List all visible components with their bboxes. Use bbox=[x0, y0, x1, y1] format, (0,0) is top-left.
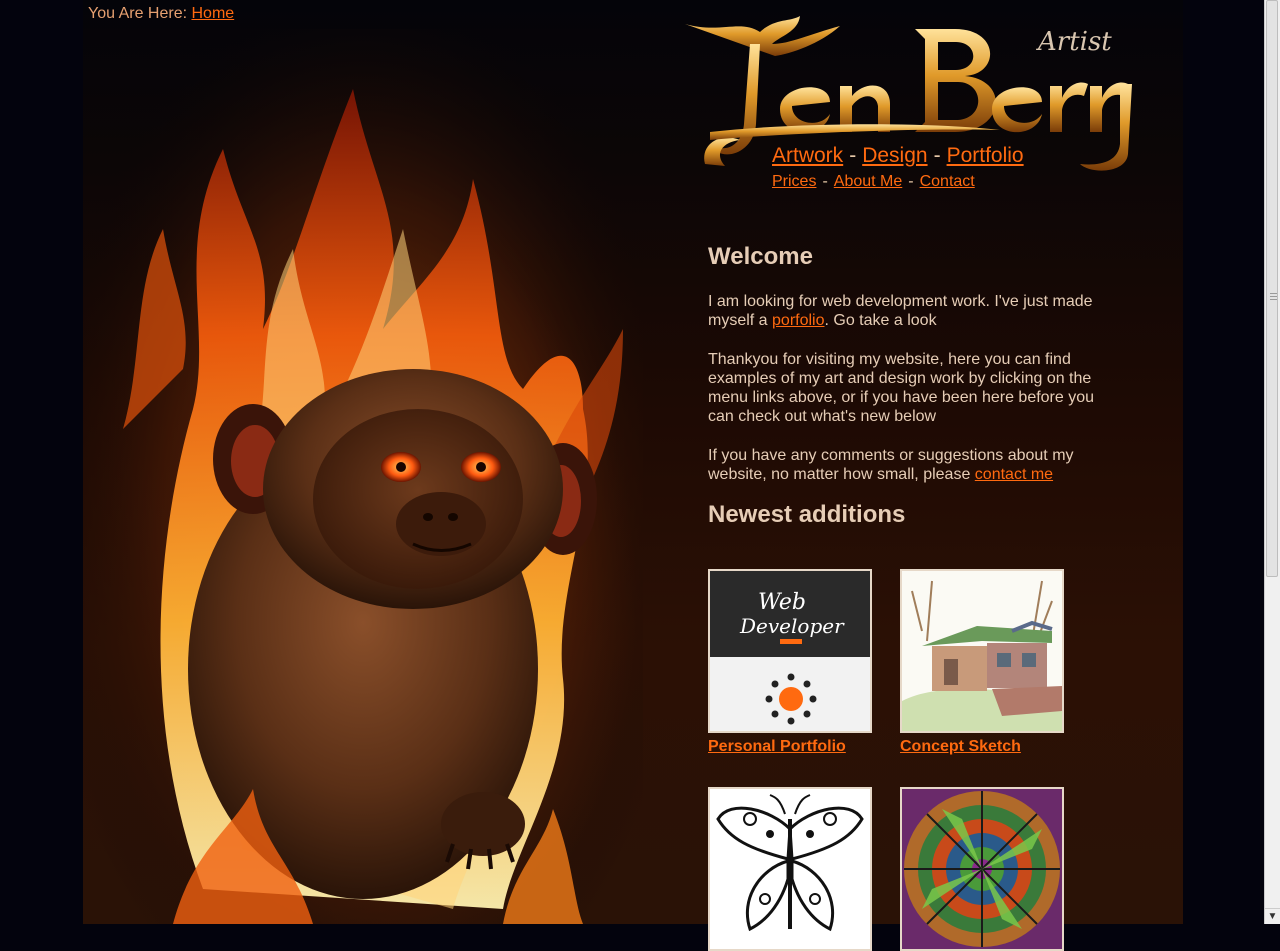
main-nav: Artwork - Design - Portfolio bbox=[772, 144, 1024, 168]
nav-design-link[interactable]: Design bbox=[862, 144, 927, 167]
breadcrumb: You Are Here: Home bbox=[88, 5, 234, 23]
breadcrumb-home-link[interactable]: Home bbox=[191, 5, 234, 22]
thumb-card[interactable] bbox=[900, 787, 1064, 951]
thumb-card[interactable]: Web Developer Personal Portfolio bbox=[708, 569, 872, 756]
scrollbar-thumb[interactable] bbox=[1266, 0, 1278, 577]
nav-separator: - bbox=[849, 144, 857, 167]
thumb-text-developer: Developer bbox=[739, 614, 845, 638]
nav-prices-link[interactable]: Prices bbox=[772, 173, 816, 190]
thumb-image-portfolio[interactable]: Web Developer bbox=[708, 569, 872, 733]
nav-contact-link[interactable]: Contact bbox=[920, 173, 975, 190]
web-developer-thumbnail: Web Developer bbox=[710, 571, 870, 731]
mandala-drawing-thumbnail bbox=[902, 789, 1062, 949]
hero-artwork bbox=[83, 29, 643, 924]
nav-artwork-link[interactable]: Artwork bbox=[772, 144, 843, 167]
welcome-text: . Go take a look bbox=[824, 312, 937, 329]
flaming-monkey-illustration bbox=[83, 29, 643, 924]
contact-me-link[interactable]: contact me bbox=[975, 466, 1053, 483]
thumb-image-mandala[interactable] bbox=[900, 787, 1064, 951]
nav-about-link[interactable]: About Me bbox=[834, 173, 902, 190]
scrollbar-grip-icon bbox=[1270, 293, 1277, 301]
nav-separator: - bbox=[822, 173, 828, 190]
nav-portfolio-link[interactable]: Portfolio bbox=[947, 144, 1024, 167]
welcome-heading: Welcome bbox=[708, 243, 813, 270]
thumb-image-concept-sketch[interactable] bbox=[900, 569, 1064, 733]
vertical-scrollbar[interactable]: ▼ bbox=[1264, 0, 1280, 924]
thumb-image-butterfly[interactable] bbox=[708, 787, 872, 951]
breadcrumb-prefix: You Are Here: bbox=[88, 5, 188, 22]
welcome-paragraph-3: If you have any comments or suggestions … bbox=[708, 446, 1108, 484]
nav-separator: - bbox=[933, 144, 941, 167]
scroll-down-arrow-icon[interactable]: ▼ bbox=[1265, 908, 1280, 924]
thumb-text-web: Web bbox=[758, 590, 806, 615]
newest-additions-heading: Newest additions bbox=[708, 501, 906, 528]
main-content: Welcome I am looking for web development… bbox=[708, 240, 1108, 560]
nav-separator: - bbox=[908, 173, 914, 190]
thumb-card[interactable]: Concept Sketch bbox=[900, 569, 1064, 756]
house-sketch-thumbnail bbox=[902, 571, 1062, 731]
sub-nav: Prices - About Me - Contact bbox=[772, 173, 975, 191]
butterfly-drawing-thumbnail bbox=[710, 789, 870, 949]
portfolio-inline-link[interactable]: porfolio bbox=[772, 312, 824, 329]
logo-tagline: Artist bbox=[1036, 27, 1112, 57]
thumb-caption-link[interactable]: Personal Portfolio bbox=[708, 738, 872, 756]
welcome-paragraph-2: Thankyou for visiting my website, here y… bbox=[708, 351, 1095, 425]
thumb-card[interactable] bbox=[708, 787, 872, 951]
welcome-paragraph-1: I am looking for web development work. I… bbox=[708, 292, 1108, 330]
thumb-caption-link[interactable]: Concept Sketch bbox=[900, 738, 1064, 756]
